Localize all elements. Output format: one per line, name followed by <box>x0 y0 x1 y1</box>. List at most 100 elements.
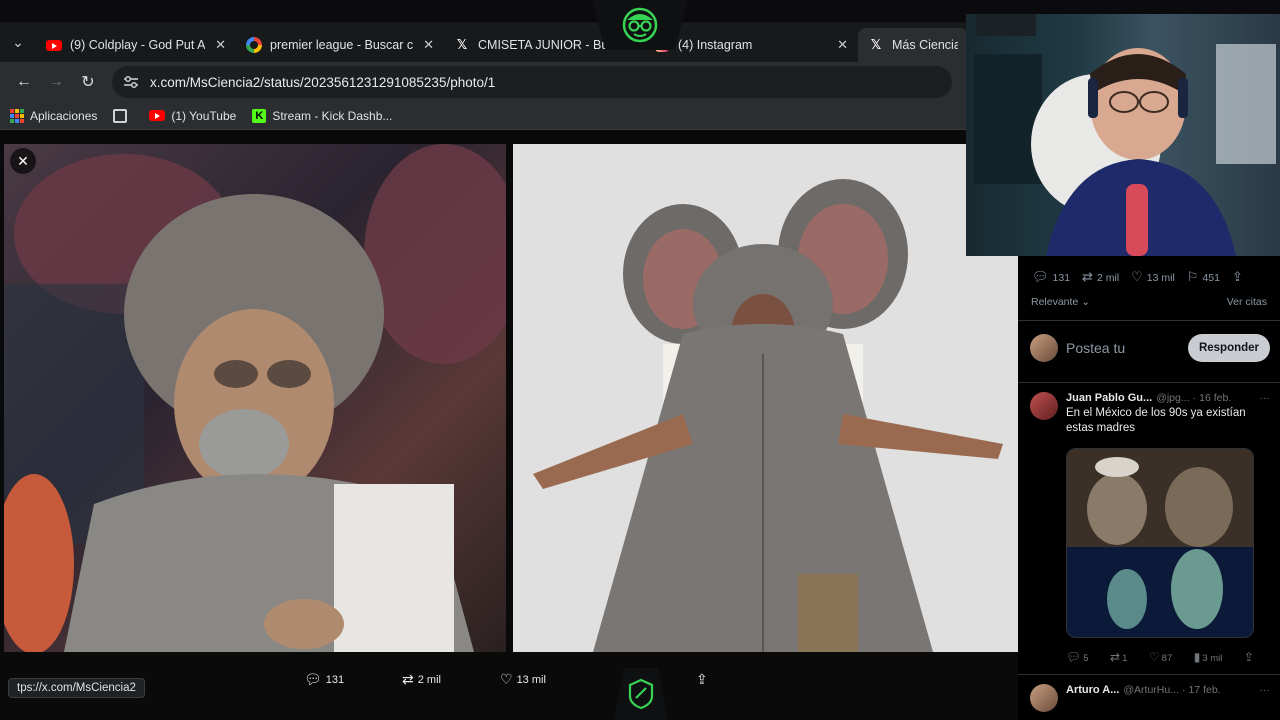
author-name[interactable]: Arturo A... <box>1066 684 1119 696</box>
repost-count: 2 mil <box>417 674 441 686</box>
webcam-overlay <box>966 14 1280 256</box>
share-action[interactable]: ⇪ <box>696 672 712 688</box>
share-action[interactable]: ⇪ <box>1244 650 1256 664</box>
stat-value: 2 mil <box>1096 271 1120 284</box>
post-stats: 💬︎ 131 ⇄ 2 mil ♡ 13 mil ⚐ 451 ⇪ <box>1032 270 1259 285</box>
screen: ⌄ (9) Coldplay - God Put A Sm ✕ premier … <box>0 0 1280 720</box>
heart-icon: ♡ <box>1148 650 1160 664</box>
stat-value: 131 <box>1052 271 1071 284</box>
stat-replies[interactable]: 💬︎ 131 <box>1032 270 1070 285</box>
reply-count: 131 <box>325 674 345 686</box>
tab-title: (4) Instagram <box>678 38 753 52</box>
reply-button[interactable]: Responder <box>1188 334 1270 362</box>
tab-strip: ⌄ (9) Coldplay - God Put A Sm ✕ premier … <box>0 22 968 62</box>
shield-logo-icon <box>628 678 654 710</box>
kick-favicon-icon: K <box>252 108 267 123</box>
views-icon: ▮ <box>1193 650 1201 664</box>
close-tab-icon[interactable]: ✕ <box>837 37 848 53</box>
tab-title: (9) Coldplay - God Put A Sm <box>70 38 205 52</box>
divider <box>1018 382 1280 383</box>
reply-icon: 💬︎ <box>1032 270 1049 285</box>
youtube-favicon-icon <box>46 37 62 53</box>
photo-viewer: ✕ 💬︎ 131 ⇄ 2 mil ♡ 13 mil ⇪ tps://x.com/… <box>0 130 1018 720</box>
more-options-icon[interactable]: ··· <box>1260 392 1271 404</box>
stat-bookmarks[interactable]: ⚐ 451 <box>1187 270 1220 285</box>
reply-media[interactable] <box>1066 448 1254 638</box>
reply-date[interactable]: 17 feb. <box>1188 684 1220 696</box>
photo-right-costume-full[interactable] <box>513 144 1018 652</box>
author-handle: @ArturHu... <box>1123 684 1179 696</box>
compose-placeholder[interactable]: Postea tu <box>1066 340 1188 356</box>
tab-coldplay[interactable]: (9) Coldplay - God Put A Sm ✕ <box>36 28 236 62</box>
sort-dropdown[interactable]: Relevante ⌄ <box>1031 296 1090 308</box>
more-options-icon[interactable]: ··· <box>1260 684 1271 696</box>
count: 1 <box>1122 653 1128 664</box>
sort-label: Relevante <box>1031 296 1079 308</box>
streamer-logo-top <box>592 0 688 50</box>
repost-icon: ⇄ <box>402 672 414 688</box>
back-arrow-icon[interactable]: ← <box>8 66 40 98</box>
avatar[interactable] <box>1030 684 1058 712</box>
share-icon: ⇪ <box>1243 650 1254 664</box>
repost-action[interactable]: ⇄ 1 <box>1110 650 1127 664</box>
chevron-down-icon: ⌄ <box>1078 296 1090 308</box>
reload-icon[interactable]: ↻ <box>72 66 104 98</box>
url-text: x.com/MsCiencia2/status/2023561231291085… <box>150 74 496 90</box>
browser-toolbar: ← → ↻ x.com/MsCiencia2/status/2023561231… <box>0 62 968 102</box>
bookmark-kick[interactable]: K Stream - Kick Dashb... <box>252 108 393 123</box>
view-quotes-link[interactable]: Ver citas <box>1227 296 1267 308</box>
bookmark-label: (1) YouTube <box>171 108 237 123</box>
bookmark-youtube[interactable]: (1) YouTube <box>149 109 236 123</box>
bookmark-grid[interactable] <box>113 108 133 123</box>
address-bar[interactable]: x.com/MsCiencia2/status/2023561231291085… <box>112 66 952 98</box>
google-favicon-icon <box>246 37 262 53</box>
bookmarks-bar: Aplicaciones (1) YouTube K Stream - Kick… <box>0 102 968 130</box>
divider <box>1018 320 1280 321</box>
link-status-bubble: tps://x.com/MsCiencia2 <box>8 678 145 698</box>
reply-text: En el México de los 90s ya existían esta… <box>1066 407 1246 434</box>
views-action[interactable]: ▮ 3 mil <box>1194 650 1223 664</box>
reply-item[interactable]: Juan Pablo Gu... @jpg... · 16 feb. ··· E… <box>1030 392 1270 662</box>
count: 3 mil <box>1202 653 1223 664</box>
youtube-favicon-icon <box>149 110 166 121</box>
like-action[interactable]: ♡ 87 <box>1149 650 1172 664</box>
photo-left-costume-closeup[interactable] <box>4 144 506 652</box>
reply-composer: Postea tu Responder <box>1030 330 1270 366</box>
reply-icon: 💬︎ <box>304 672 322 688</box>
close-photo-icon[interactable]: ✕ <box>10 148 36 174</box>
x-favicon-icon: 𝕏 <box>870 37 882 53</box>
reply-action[interactable]: 💬︎ 5 <box>1066 650 1089 664</box>
nerd-face-logo-icon <box>622 7 658 43</box>
stat-value: 451 <box>1202 271 1220 284</box>
reply-header: Arturo A... @ArturHu... · 17 feb. ··· <box>1066 684 1270 696</box>
grid-icon <box>113 108 128 123</box>
reply-date[interactable]: 16 feb. <box>1199 392 1231 404</box>
heart-icon: ♡ <box>1131 270 1143 285</box>
stat-likes[interactable]: ♡ 13 mil <box>1131 270 1175 285</box>
forward-arrow-icon[interactable]: → <box>40 66 72 98</box>
author-name[interactable]: Juan Pablo Gu... <box>1066 392 1152 404</box>
bookmark-icon: ⚐ <box>1186 270 1199 285</box>
repost-icon: ⇄ <box>1082 270 1093 285</box>
bookmark-apps[interactable]: Aplicaciones <box>10 108 97 123</box>
tab-mas-ciencia[interactable]: 𝕏 Más Ciencia e <box>858 28 968 62</box>
tab-premier-league[interactable]: premier league - Buscar con ✕ <box>236 28 444 62</box>
divider <box>1018 674 1280 675</box>
like-action[interactable]: ♡ 13 mil <box>500 672 546 688</box>
heart-icon: ♡ <box>500 672 513 688</box>
tab-title: premier league - Buscar con <box>270 38 414 52</box>
bookmark-label: Stream - Kick Dashb... <box>272 108 393 123</box>
count: 87 <box>1161 653 1173 664</box>
site-settings-icon[interactable] <box>122 73 140 91</box>
avatar[interactable] <box>1030 392 1058 420</box>
close-tab-icon[interactable]: ✕ <box>215 37 226 53</box>
repost-action[interactable]: ⇄ 2 mil <box>402 672 441 688</box>
replies-panel: 💬︎ 131 ⇄ 2 mil ♡ 13 mil ⚐ 451 ⇪ Relevante ⌄ … <box>1018 256 1280 720</box>
close-tab-icon[interactable]: ✕ <box>423 37 434 53</box>
reply-item[interactable]: Arturo A... @ArturHu... · 17 feb. ··· <box>1030 684 1270 714</box>
reply-action[interactable]: 💬︎ 131 <box>304 672 344 688</box>
tab-search-chevron-icon[interactable]: ⌄ <box>0 22 36 62</box>
stat-reposts[interactable]: ⇄ 2 mil <box>1082 270 1119 285</box>
tab-title: Más Ciencia e <box>892 38 958 52</box>
stat-share[interactable]: ⇪ <box>1232 270 1247 285</box>
